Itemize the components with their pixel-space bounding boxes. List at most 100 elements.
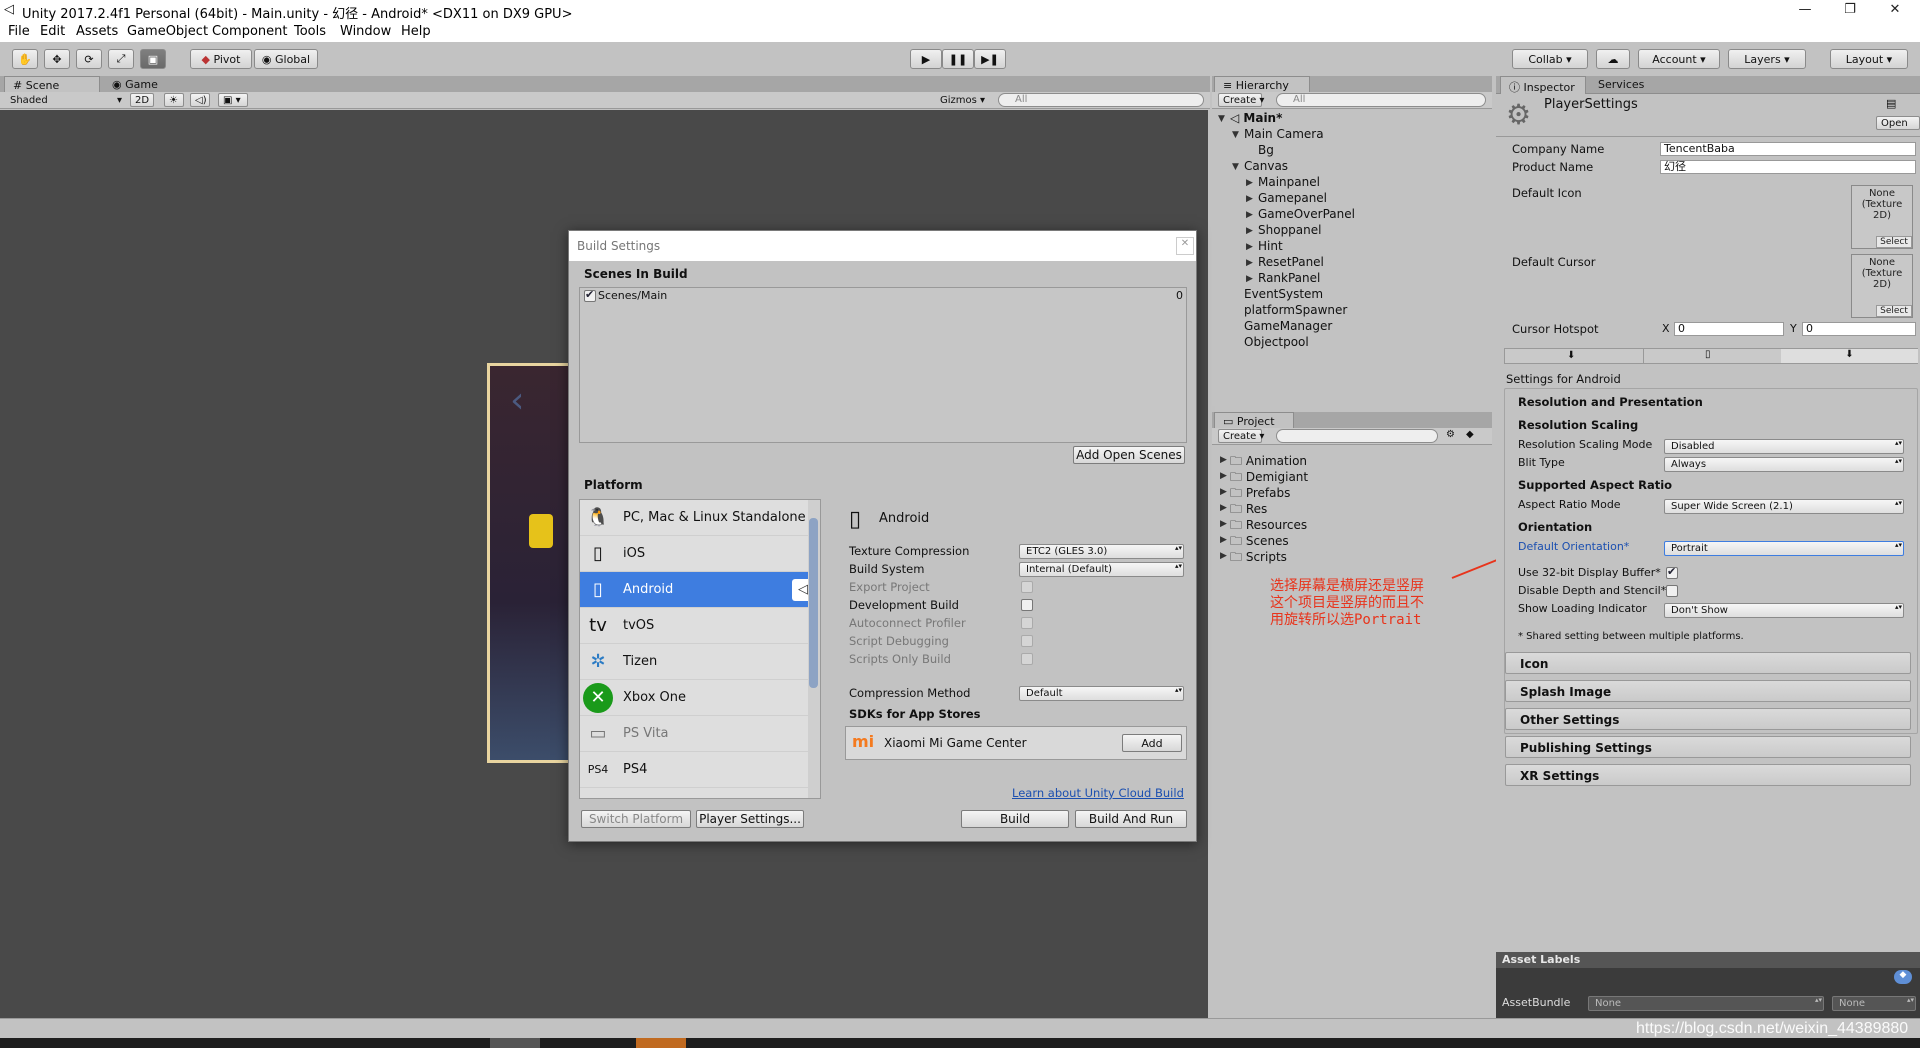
- aspect-ratio-mode-dropdown[interactable]: Super Wide Screen (2.1): [1664, 499, 1904, 514]
- asset-variant-dropdown[interactable]: None: [1832, 996, 1916, 1011]
- collapse-arrow-icon[interactable]: ▶: [1220, 535, 1227, 545]
- tab-inspector[interactable]: ⓘ Inspector: [1500, 76, 1586, 94]
- menu-file[interactable]: File: [8, 24, 30, 39]
- hierarchy-item[interactable]: RankPanel: [1258, 271, 1320, 285]
- disable-depth-checkbox[interactable]: [1666, 585, 1678, 597]
- light-toggle-icon[interactable]: ☀: [164, 93, 184, 107]
- expand-arrow-icon[interactable]: ▼: [1218, 114, 1225, 124]
- platform-ps-vita[interactable]: ▭ PS Vita: [580, 716, 820, 752]
- restore-icon[interactable]: ❐: [1835, 2, 1865, 17]
- compression-method-dropdown[interactable]: Default: [1019, 686, 1184, 701]
- default-icon-slot[interactable]: None (Texture 2D) Select: [1851, 185, 1913, 249]
- hierarchy-item[interactable]: Bg: [1258, 143, 1274, 157]
- collapse-arrow-icon[interactable]: ▶: [1220, 503, 1227, 513]
- hand-tool-icon[interactable]: ✋: [12, 49, 38, 69]
- development-build-checkbox[interactable]: [1021, 599, 1033, 611]
- autoconnect-profiler-checkbox[interactable]: [1021, 617, 1033, 629]
- hierarchy-item[interactable]: Main Camera: [1244, 127, 1324, 141]
- pivot-toggle[interactable]: ◆ Pivot: [190, 49, 252, 69]
- collapse-arrow-icon[interactable]: ▶: [1246, 226, 1253, 236]
- expand-arrow-icon[interactable]: ▼: [1232, 130, 1239, 140]
- switch-platform-button[interactable]: Switch Platform: [581, 810, 691, 828]
- tab-services[interactable]: Services: [1590, 76, 1676, 94]
- select-button[interactable]: Select: [1876, 236, 1912, 248]
- platform-android[interactable]: ▯ Android ◁: [580, 572, 820, 608]
- hierarchy-item[interactable]: GameOverPanel: [1258, 207, 1355, 221]
- move-tool-icon[interactable]: ✥: [44, 49, 70, 69]
- hotspot-x-input[interactable]: 0: [1674, 322, 1784, 336]
- pause-button[interactable]: ❚❚: [942, 49, 974, 69]
- default-orientation-dropdown[interactable]: Portrait: [1664, 541, 1904, 556]
- use-32bit-checkbox[interactable]: [1666, 565, 1678, 579]
- layers-dropdown[interactable]: Layers ▾: [1728, 49, 1806, 69]
- hierarchy-item[interactable]: Hint: [1258, 239, 1283, 253]
- hierarchy-item[interactable]: platformSpawner: [1244, 303, 1347, 317]
- default-cursor-slot[interactable]: None (Texture 2D) Select: [1851, 254, 1913, 318]
- expand-arrow-icon[interactable]: ▼: [1232, 162, 1239, 172]
- icon-section-header[interactable]: Icon: [1505, 652, 1911, 674]
- collab-dropdown[interactable]: Collab ▾: [1512, 49, 1588, 69]
- menu-assets[interactable]: Assets: [76, 24, 118, 39]
- scene-include-checkbox[interactable]: [584, 288, 596, 302]
- player-settings-button[interactable]: Player Settings...: [696, 810, 804, 828]
- hierarchy-item[interactable]: Gamepanel: [1258, 191, 1327, 205]
- add-open-scenes-button[interactable]: Add Open Scenes: [1073, 446, 1185, 464]
- res-scaling-mode-dropdown[interactable]: Disabled: [1664, 439, 1904, 454]
- hierarchy-search-input[interactable]: All: [1276, 93, 1486, 107]
- filter-type-icon[interactable]: ⚙: [1446, 429, 1455, 440]
- collapse-arrow-icon[interactable]: ▶: [1220, 487, 1227, 497]
- audio-toggle-icon[interactable]: ◁): [190, 93, 210, 107]
- platform-ios[interactable]: ▯ iOS: [580, 536, 820, 572]
- scripts-only-build-checkbox[interactable]: [1021, 653, 1033, 665]
- collapse-arrow-icon[interactable]: ▶: [1246, 178, 1253, 188]
- cloud-icon[interactable]: ☁: [1596, 49, 1630, 69]
- collapse-arrow-icon[interactable]: ▶: [1220, 455, 1227, 465]
- sdk-add-button[interactable]: Add: [1122, 734, 1182, 752]
- rotate-tool-icon[interactable]: ⟳: [76, 49, 102, 69]
- hierarchy-item[interactable]: Shoppanel: [1258, 223, 1321, 237]
- platform-ps4[interactable]: PS4 PS4: [580, 752, 820, 788]
- collapse-arrow-icon[interactable]: ▶: [1246, 210, 1253, 220]
- collapse-arrow-icon[interactable]: ▶: [1220, 471, 1227, 481]
- label-tag-icon[interactable]: ◆: [1894, 970, 1912, 984]
- step-button[interactable]: ▶❚: [974, 49, 1006, 69]
- select-button[interactable]: Select: [1876, 305, 1912, 317]
- help-book-icon[interactable]: ▤: [1886, 97, 1896, 110]
- build-system-dropdown[interactable]: Internal (Default): [1019, 562, 1184, 577]
- scrollbar-thumb[interactable]: [809, 518, 818, 688]
- open-button[interactable]: Open: [1876, 116, 1920, 130]
- product-name-input[interactable]: 幻径: [1660, 160, 1916, 174]
- play-button[interactable]: ▶: [910, 49, 942, 69]
- splash-image-section-header[interactable]: Splash Image: [1505, 680, 1911, 702]
- resolution-presentation-header[interactable]: Resolution and Presentation: [1518, 395, 1703, 409]
- shading-dropdown[interactable]: Shaded ▾: [6, 93, 124, 107]
- company-name-input[interactable]: TencentBaba: [1660, 142, 1916, 156]
- collapse-arrow-icon[interactable]: ▶: [1246, 258, 1253, 268]
- collapse-arrow-icon[interactable]: ▶: [1220, 519, 1227, 529]
- close-icon[interactable]: ✕: [1880, 2, 1910, 17]
- rect-tool-icon[interactable]: ▣: [140, 49, 166, 69]
- hierarchy-item[interactable]: Mainpanel: [1258, 175, 1320, 189]
- filter-label-icon[interactable]: ◆: [1466, 429, 1474, 440]
- xr-settings-section-header[interactable]: XR Settings: [1505, 764, 1911, 786]
- menu-component[interactable]: Component: [212, 24, 287, 39]
- account-dropdown[interactable]: Account ▾: [1638, 49, 1720, 69]
- project-folder[interactable]: 🗀 Scripts: [1230, 548, 1287, 569]
- global-toggle[interactable]: ◉ Global: [254, 49, 318, 69]
- asset-bundle-dropdown[interactable]: None: [1588, 996, 1824, 1011]
- collapse-arrow-icon[interactable]: ▶: [1246, 194, 1253, 204]
- hierarchy-item[interactable]: GameManager: [1244, 319, 1332, 333]
- cloud-build-link[interactable]: Learn about Unity Cloud Build: [1012, 786, 1184, 800]
- minimize-icon[interactable]: —: [1790, 2, 1820, 17]
- menu-gameobject[interactable]: GameObject: [127, 24, 208, 39]
- scene-root[interactable]: ◁ Main*: [1230, 111, 1282, 125]
- hierarchy-create-dropdown[interactable]: Create ▾: [1218, 93, 1264, 107]
- menu-help[interactable]: Help: [401, 24, 431, 39]
- android-tab-icon[interactable]: ⬇: [1781, 349, 1918, 363]
- platform-tvos[interactable]: tv tvOS: [580, 608, 820, 644]
- platform-xbox-one[interactable]: ✕ Xbox One: [580, 680, 820, 716]
- loading-indicator-dropdown[interactable]: Don't Show: [1664, 603, 1904, 618]
- texture-compression-dropdown[interactable]: ETC2 (GLES 3.0): [1019, 544, 1184, 559]
- project-search-input[interactable]: [1276, 429, 1438, 443]
- layout-dropdown[interactable]: Layout ▾: [1830, 49, 1908, 69]
